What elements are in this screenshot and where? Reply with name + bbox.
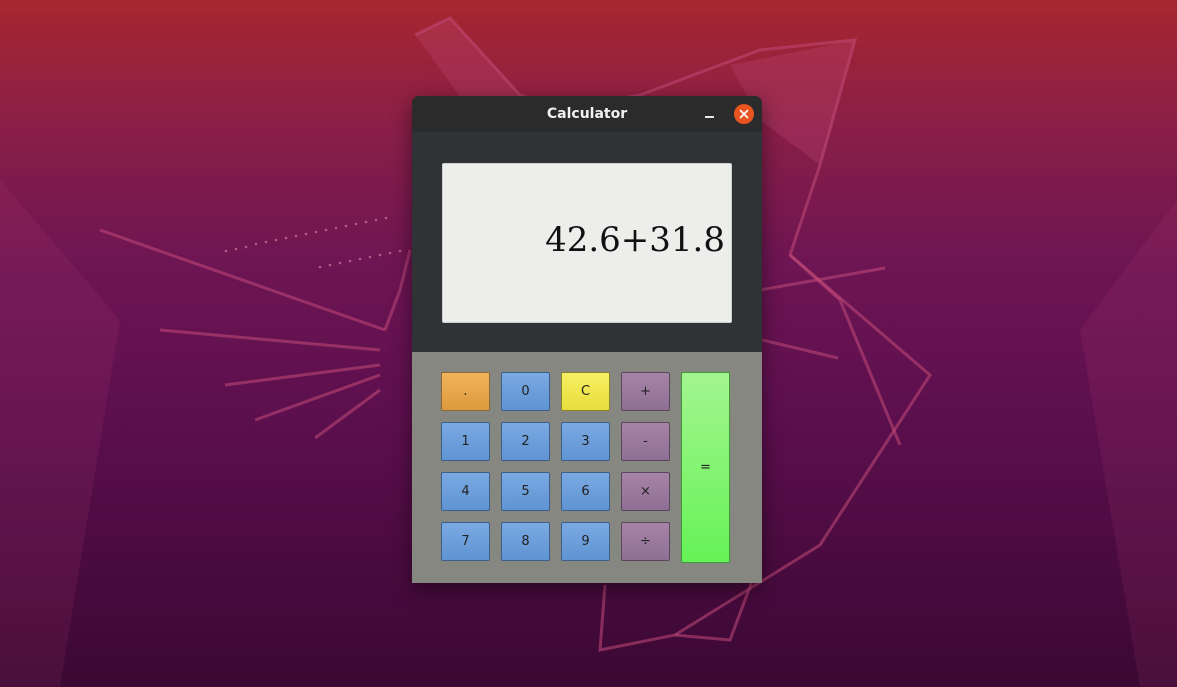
digit-4-button[interactable]: 4 [441,472,490,511]
digit-6-button[interactable]: 6 [561,472,610,511]
display-panel: 42.6+31.8 [412,132,762,352]
add-button[interactable]: + [621,372,670,411]
clear-button[interactable]: C [561,372,610,411]
decimal-point-button[interactable]: . [441,372,490,411]
multiply-button[interactable]: × [621,472,670,511]
digit-1-button[interactable]: 1 [441,422,490,461]
digit-8-button[interactable]: 8 [501,522,550,561]
title-bar[interactable]: Calculator [412,96,762,133]
close-button[interactable] [734,104,754,124]
digit-2-button[interactable]: 2 [501,422,550,461]
digit-7-button[interactable]: 7 [441,522,490,561]
calculator-window: Calculator 42.6+31.8 . 0 C + 1 2 3 - 4 5… [412,96,762,583]
digit-0-button[interactable]: 0 [501,372,550,411]
digit-5-button[interactable]: 5 [501,472,550,511]
digit-3-button[interactable]: 3 [561,422,610,461]
divide-button[interactable]: ÷ [621,522,670,561]
subtract-button[interactable]: - [621,422,670,461]
minimize-icon [705,116,714,118]
digit-9-button[interactable]: 9 [561,522,610,561]
close-icon [739,109,749,119]
display-screen: 42.6+31.8 [442,163,732,323]
keypad: . 0 C + 1 2 3 - 4 5 6 × 7 8 9 ÷ = [412,352,762,583]
equals-button[interactable]: = [681,372,730,563]
display-value: 42.6+31.8 [545,220,725,260]
desktop-background: Calculator 42.6+31.8 . 0 C + 1 2 3 - 4 5… [0,0,1177,687]
minimize-button[interactable] [700,104,720,124]
